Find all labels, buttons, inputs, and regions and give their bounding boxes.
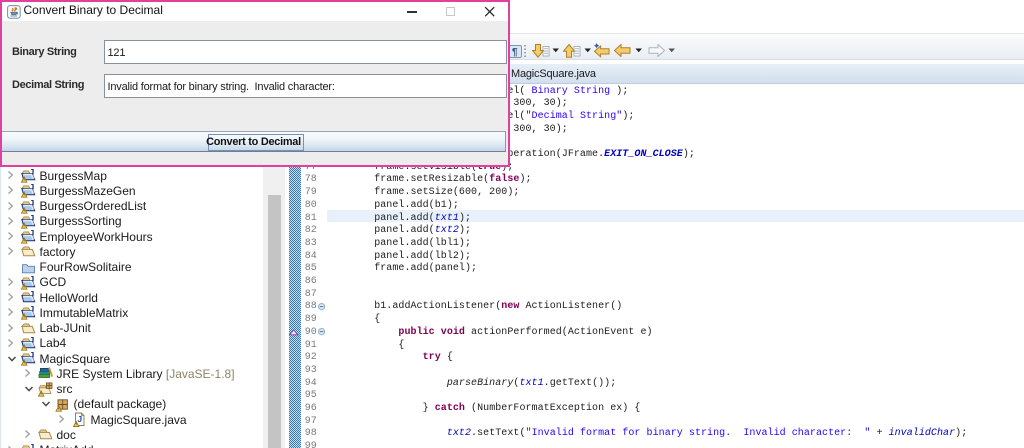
svg-text:¶: ¶	[512, 47, 518, 58]
